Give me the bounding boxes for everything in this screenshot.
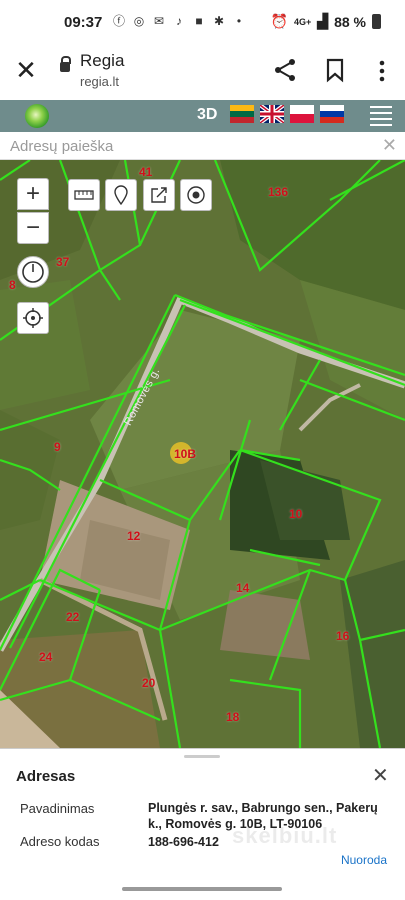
clear-search-icon[interactable]: ✕ [382,135,397,155]
more-options-icon[interactable] [372,58,392,84]
parcel-label[interactable]: 10 [289,507,302,521]
address-info-panel: Adresas ✕ Pavadinimas Plungės r. sav., B… [0,748,405,900]
parcel-label[interactable]: 41 [139,165,152,179]
parcel-label-selected[interactable]: 10B [174,447,196,461]
address-search-bar: ✕ [0,132,405,160]
flag-pl-icon[interactable] [290,105,314,123]
map-imagery [0,160,405,748]
app-icon: ■ [195,14,203,28]
page-title: Regia [80,51,125,70]
export-button[interactable] [143,179,175,211]
battery-icon [372,14,381,29]
close-tab-button[interactable]: ✕ [14,57,38,83]
3d-toggle-button[interactable]: 3D [197,106,217,124]
address-code-value: 188-696-412 [148,835,219,849]
reference-link[interactable]: Nuoroda [341,853,387,867]
alarm-icon: ⏰ [270,13,289,29]
lock-icon [60,56,71,72]
code-label: Adreso kodas [20,834,100,849]
mail-icon: ✉ [153,14,165,28]
hamburger-menu-icon[interactable] [370,106,392,126]
system-navigation-handle[interactable] [122,887,282,891]
dot-icon: • [236,14,242,28]
network-indicator: 4G+ [294,16,312,27]
export-icon [151,187,167,203]
bookmark-icon[interactable] [324,57,346,83]
chat-icon: ◎ [133,14,145,28]
parcel-label[interactable]: 37 [56,255,69,269]
facebook-icon: ⓕ [112,14,125,28]
parcel-label[interactable]: 14 [236,581,249,595]
crosshair-icon [23,308,43,328]
parcel-label[interactable]: 16 [336,629,349,643]
parcel-label[interactable]: 18 [226,710,239,724]
place-marker-button[interactable] [105,179,137,211]
zoom-in-button[interactable]: + [17,178,49,210]
parcel-label[interactable]: 24 [39,650,52,664]
system-indicators: ⏰ 4G+ ▟ 88 % [271,13,381,30]
map-pin-icon [114,185,128,205]
zoom-out-button[interactable]: − [17,212,49,244]
measure-tool-button[interactable] [68,179,100,211]
battery-level: 88 % [334,13,366,30]
point-info-button[interactable] [180,179,212,211]
address-search-input[interactable] [10,135,370,157]
regia-logo[interactable] [25,104,49,128]
notification-icons: ⓕ ◎ ✉ ♪ ■ ✱ • [112,14,246,28]
ruler-icon [74,190,94,200]
flag-ru-icon[interactable] [320,105,344,123]
close-panel-icon[interactable]: ✕ [372,766,389,786]
share-icon[interactable] [272,57,298,83]
parcel-label[interactable]: 12 [127,529,140,543]
compass-button[interactable] [17,256,49,288]
parcel-label[interactable]: 22 [66,610,79,624]
settings-icon: ✱ [213,14,225,28]
page-url[interactable]: regia.lt [80,74,119,89]
compass-icon [22,261,44,283]
signal-icon: ▟ [317,13,329,29]
target-icon [187,186,205,204]
site-header: 3D [0,100,405,132]
parcel-label[interactable]: 20 [142,676,155,690]
flag-en-icon[interactable] [260,105,284,123]
locate-me-button[interactable] [17,302,49,334]
flag-lt-icon[interactable] [230,105,254,123]
map-view[interactable]: Romovės g. 41 136 37 8 9 10B 10 12 14 16… [0,160,405,748]
parcel-label[interactable]: 136 [268,185,288,199]
drag-handle[interactable] [184,755,220,758]
browser-toolbar: ✕ Regia regia.lt [0,46,405,100]
parcel-label[interactable]: 9 [54,440,61,454]
parcel-label[interactable]: 8 [9,278,16,292]
watermark-text: skelbiu.lt [232,823,338,848]
clock: 09:37 [64,14,103,31]
name-label: Pavadinimas [20,801,95,816]
bell-icon: ♪ [176,14,182,28]
status-bar: 09:37 ⓕ ◎ ✉ ♪ ■ ✱ • ⏰ 4G+ ▟ 88 % [0,0,405,46]
panel-title: Adresas [16,768,76,785]
